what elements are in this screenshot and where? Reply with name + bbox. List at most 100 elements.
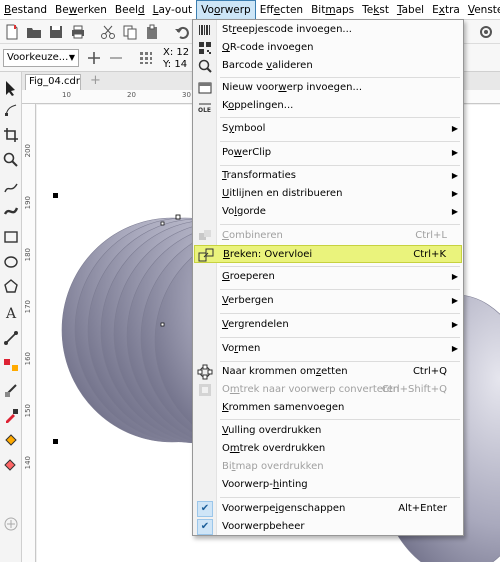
rectangle-tool-icon[interactable] — [3, 229, 19, 245]
menu-item-vormen[interactable]: Vormen ▶ — [194, 340, 462, 358]
x-position[interactable]: X: 12 — [163, 47, 189, 58]
menu-item-voorwerp-hinting[interactable]: Voorwerp-hinting — [194, 476, 462, 494]
add-tool-icon[interactable] — [3, 516, 19, 532]
menu-extra[interactable]: Extra — [428, 0, 464, 20]
pick-tool-icon[interactable] — [3, 80, 19, 96]
document-tab[interactable]: Fig_04.cdr — [25, 74, 81, 90]
remove-preset-icon[interactable] — [108, 50, 124, 66]
menu-beeld[interactable]: Beeld — [111, 0, 149, 20]
menu-item-streepjescode-invoegen[interactable]: Streepjescode invoegen... — [194, 21, 462, 39]
menu-item-nieuw-voorwerp-invoegen[interactable]: Nieuw voorwerp invoegen... — [194, 79, 462, 97]
add-preset-icon[interactable] — [86, 50, 102, 66]
preset-dropdown[interactable]: Voorkeuze... ▼ — [3, 49, 79, 67]
text-tool-icon[interactable]: A — [3, 304, 19, 320]
paste-icon[interactable] — [144, 24, 160, 40]
menu-item-breken-overvloei[interactable]: Breken: Overvloei Ctrl+K — [194, 245, 462, 263]
cut-icon[interactable] — [100, 24, 116, 40]
shape-tool-icon[interactable] — [3, 102, 19, 118]
submenu-arrow-icon: ▶ — [451, 124, 458, 133]
menu-item-transformaties[interactable]: Transformaties ▶ — [194, 167, 462, 185]
menu-item-voorwerpbeheer[interactable]: ✔ Voorwerpbeheer — [194, 518, 462, 536]
ruler-tick-label: 160 — [24, 352, 32, 366]
menu-item-label: Vormen — [222, 343, 261, 354]
menu-item-barcode-valideren[interactable]: Barcode valideren — [194, 57, 462, 75]
menu-item-verbergen[interactable]: Verbergen ▶ — [194, 292, 462, 310]
menu-separator — [220, 224, 460, 225]
blend-tool-icon[interactable] — [3, 357, 19, 373]
menu-item-label: Transformaties — [222, 170, 296, 181]
menu-item-uitlijnen-en-distribueren[interactable]: Uitlijnen en distribueren ▶ — [194, 185, 462, 203]
node-handle[interactable] — [160, 221, 165, 226]
add-tab-button[interactable]: + — [90, 73, 101, 88]
save-icon[interactable] — [48, 24, 64, 40]
menu-item-krommen-samenvoegen[interactable]: Krommen samenvoegen — [194, 399, 462, 417]
menu-item-symbool[interactable]: Symbool ▶ — [194, 120, 462, 138]
check-icon: ✔ — [197, 519, 213, 535]
menu-item-label: Naar krommen omzetten — [222, 366, 348, 377]
y-value[interactable]: 14 — [174, 59, 187, 70]
menu-item-label: Symbool — [222, 123, 266, 134]
menu-separator — [220, 361, 460, 362]
menu-item-vulling-overdrukken[interactable]: Vulling overdrukken — [194, 422, 462, 440]
menu-item-label: Bitmap overdrukken — [222, 461, 324, 472]
menu-effecten[interactable]: Effecten — [256, 0, 307, 20]
menu-tekst[interactable]: Tekst — [358, 0, 393, 20]
eyedropper-tool-icon[interactable] — [3, 408, 19, 424]
menu-item-qr-code-invoegen[interactable]: QR-code invoegen — [194, 39, 462, 57]
new-document-icon[interactable] — [4, 24, 20, 40]
reference-point-icon[interactable] — [138, 50, 154, 66]
menu-item-vergrendelen[interactable]: Vergrendelen ▶ — [194, 316, 462, 334]
menu-bewerken[interactable]: Bewerken — [51, 0, 111, 20]
menu-item-volgorde[interactable]: Volgorde ▶ — [194, 203, 462, 221]
undo-icon[interactable] — [174, 24, 190, 40]
menu-item-omtrek-naar-voorwerp-converteren[interactable]: Omtrek naar voorwerp converteren Ctrl+Sh… — [194, 381, 462, 399]
menu-separator — [220, 165, 460, 166]
smart-fill-icon[interactable] — [3, 456, 19, 472]
connector-tool-icon[interactable] — [3, 330, 19, 346]
options-icon[interactable] — [478, 24, 494, 40]
submenu-arrow-icon: ▶ — [451, 272, 458, 281]
submenu-arrow-icon: ▶ — [451, 189, 458, 198]
fill-tool-icon[interactable] — [3, 432, 19, 448]
menu-item-bitmap-overdrukken[interactable]: Bitmap overdrukken — [194, 458, 462, 476]
menu-item-naar-krommen-omzetten[interactable]: Naar krommen omzetten Ctrl+Q — [194, 363, 462, 381]
menu-tabel[interactable]: Tabel — [393, 0, 428, 20]
menu-venster[interactable]: Venster — [464, 0, 500, 20]
menu-item-combineren[interactable]: Combineren Ctrl+L — [194, 227, 462, 245]
ruler-tick-label: 180 — [24, 248, 32, 262]
menu-item-label: Omtrek naar voorwerp converteren — [222, 384, 400, 395]
print-icon[interactable] — [70, 24, 86, 40]
menu-bitmaps[interactable]: Bitmaps — [307, 0, 358, 20]
open-folder-icon[interactable] — [26, 24, 42, 40]
polygon-tool-icon[interactable] — [3, 278, 19, 294]
selection-handle[interactable] — [53, 439, 58, 444]
ellipse-tool-icon[interactable] — [3, 254, 19, 270]
transparency-tool-icon[interactable] — [3, 382, 19, 398]
menu-voorwerp[interactable]: Voorwerp — [196, 0, 256, 20]
artistic-media-icon[interactable] — [3, 202, 19, 218]
freehand-tool-icon[interactable] — [3, 180, 19, 196]
qr-code-icon — [199, 42, 211, 54]
menu-lay-out[interactable]: Lay-out — [149, 0, 197, 20]
menu-item-groeperen[interactable]: Groeperen ▶ — [194, 268, 462, 286]
menu-separator — [220, 497, 460, 498]
menu-item-koppelingen[interactable]: OLE Koppelingen... — [194, 97, 462, 115]
center-handle[interactable] — [160, 322, 165, 327]
menu-item-powerclip[interactable]: PowerClip ▶ — [194, 144, 462, 162]
y-position[interactable]: Y: 14 — [163, 59, 187, 70]
node-handle[interactable] — [175, 214, 181, 220]
vertical-ruler[interactable]: 200 190 180 170 160 150 140 — [22, 104, 36, 562]
break-apart-icon — [198, 248, 214, 262]
y-label: Y: — [163, 59, 172, 70]
menu-separator — [220, 419, 460, 420]
x-value[interactable]: 12 — [176, 47, 189, 58]
crop-tool-icon[interactable] — [3, 127, 19, 143]
menu-bestand[interactable]: Bestand — [0, 0, 51, 20]
copy-icon[interactable] — [122, 24, 138, 40]
menu-item-voorwerpeigenschappen[interactable]: ✔ Voorwerpeigenschappen Alt+Enter — [194, 500, 462, 518]
menu-item-label: Voorwerpeigenschappen — [222, 503, 346, 514]
convert-to-curves-icon — [197, 364, 213, 380]
selection-handle[interactable] — [53, 193, 58, 198]
zoom-tool-icon[interactable] — [3, 152, 19, 168]
menu-item-omtrek-overdrukken[interactable]: Omtrek overdrukken — [194, 440, 462, 458]
